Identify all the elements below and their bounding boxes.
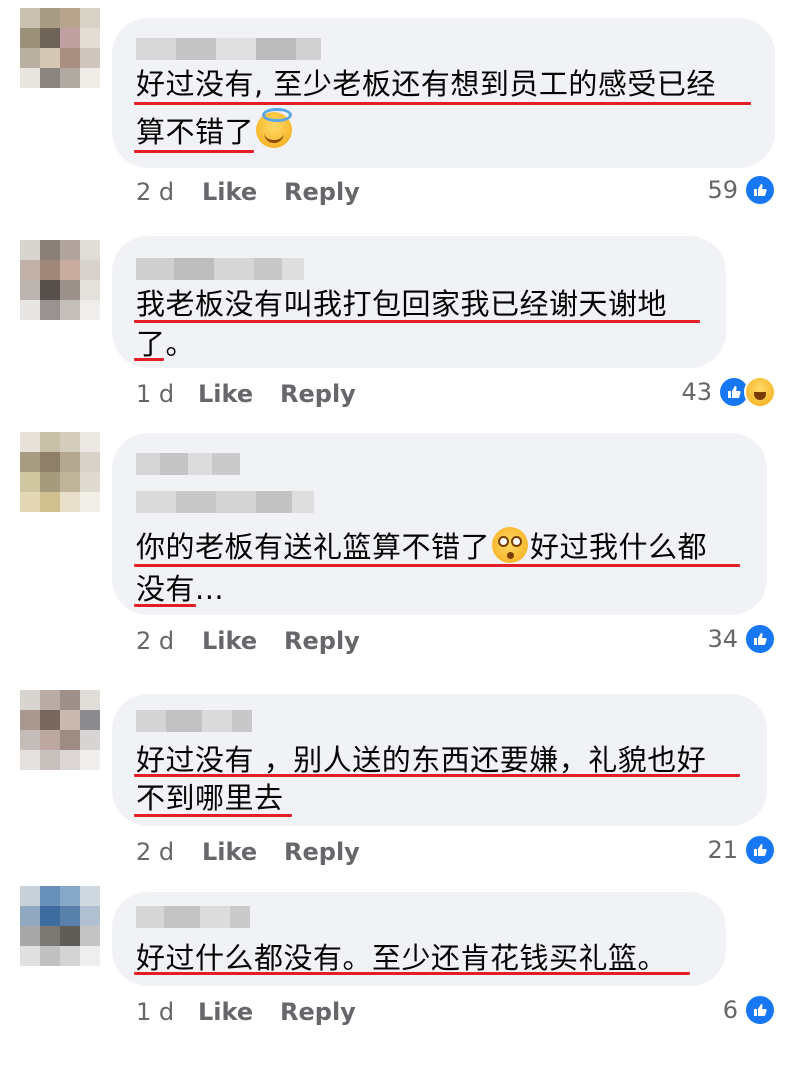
- thumbs-up-icon: [744, 834, 776, 866]
- like-button[interactable]: Like: [202, 178, 284, 206]
- thumbs-up-icon: [744, 623, 776, 655]
- blurred-author-name[interactable]: [136, 453, 240, 475]
- comment-text-line-1-part-a: 你的老板有送礼篮算不错了: [136, 530, 491, 564]
- thumbs-up-icon: [744, 174, 776, 206]
- reaction-count: 43: [681, 378, 712, 406]
- underline: [134, 320, 700, 323]
- comment-text-line-2: 算不错了: [136, 108, 294, 156]
- reaction-count: 34: [707, 625, 738, 653]
- underline: [134, 102, 751, 105]
- halo-emoji-icon: [256, 108, 293, 148]
- avatar[interactable]: [20, 886, 100, 966]
- reply-button[interactable]: Reply: [280, 998, 356, 1026]
- reaction-summary[interactable]: 43: [681, 376, 776, 408]
- reaction-count: 59: [707, 176, 738, 204]
- comment-actions: 1 d Like Reply: [136, 380, 356, 408]
- reaction-count: 6: [722, 996, 738, 1024]
- reply-button[interactable]: Reply: [280, 380, 356, 408]
- comment-actions: 2 d Like Reply: [136, 178, 360, 206]
- like-button[interactable]: Like: [202, 838, 284, 866]
- reaction-summary[interactable]: 6: [723, 994, 776, 1026]
- like-button[interactable]: Like: [202, 627, 284, 655]
- comment-text-line-1: 好过没有, 至少老板还有想到员工的感受已经: [136, 67, 716, 101]
- reaction-summary[interactable]: 34: [707, 623, 776, 655]
- comment-bubble: 好过什么都没有。至少还肯花钱买礼篮。: [112, 892, 726, 986]
- like-button[interactable]: Like: [198, 380, 280, 408]
- comment-actions: 2 d Like Reply: [136, 627, 360, 655]
- haha-icon: [744, 376, 776, 408]
- reaction-count: 21: [707, 836, 738, 864]
- underline: [134, 604, 196, 607]
- reply-button[interactable]: Reply: [284, 838, 360, 866]
- timestamp[interactable]: 2 d: [136, 838, 202, 866]
- comment-text-line-1-part-b: 好过我什么都: [530, 530, 708, 564]
- comment-actions: 2 d Like Reply: [136, 838, 360, 866]
- underline: [134, 564, 740, 567]
- comment-bubble: 好过没有 ，别人送的东西还要嫌，礼貌也好 不到哪里去: [112, 694, 767, 826]
- thumbs-up-icon: [744, 994, 776, 1026]
- comment-bubble: 好过没有, 至少老板还有想到员工的感受已经 算不错了: [112, 18, 775, 168]
- flushed-emoji-icon: [492, 527, 529, 563]
- underline: [134, 358, 164, 361]
- avatar[interactable]: [20, 240, 100, 320]
- avatar[interactable]: [20, 8, 100, 88]
- blurred-author-subtitle: [136, 491, 314, 513]
- blurred-author-name[interactable]: [136, 710, 252, 732]
- blurred-author-name[interactable]: [136, 258, 304, 280]
- timestamp[interactable]: 1 d: [136, 998, 198, 1026]
- underline: [134, 814, 292, 817]
- reply-button[interactable]: Reply: [284, 627, 360, 655]
- blurred-author-name[interactable]: [136, 38, 321, 60]
- timestamp[interactable]: 1 d: [136, 380, 198, 408]
- timestamp[interactable]: 2 d: [136, 178, 202, 206]
- comment-bubble: 我老板没有叫我打包回家我已经谢天谢地 了。: [112, 236, 726, 368]
- like-button[interactable]: Like: [198, 998, 280, 1026]
- timestamp[interactable]: 2 d: [136, 627, 202, 655]
- underline: [134, 150, 254, 153]
- avatar[interactable]: [20, 690, 100, 770]
- blurred-author-name[interactable]: [136, 906, 250, 928]
- comment-bubble: 你的老板有送礼篮算不错了 好过我什么都 没有...: [112, 433, 767, 615]
- avatar[interactable]: [20, 432, 100, 512]
- comment-text-line-2-content: 算不错了: [136, 115, 255, 149]
- reaction-summary[interactable]: 59: [707, 174, 776, 206]
- reaction-summary[interactable]: 21: [707, 834, 776, 866]
- underline: [134, 972, 690, 975]
- reply-button[interactable]: Reply: [284, 178, 360, 206]
- comment-actions: 1 d Like Reply: [136, 998, 356, 1026]
